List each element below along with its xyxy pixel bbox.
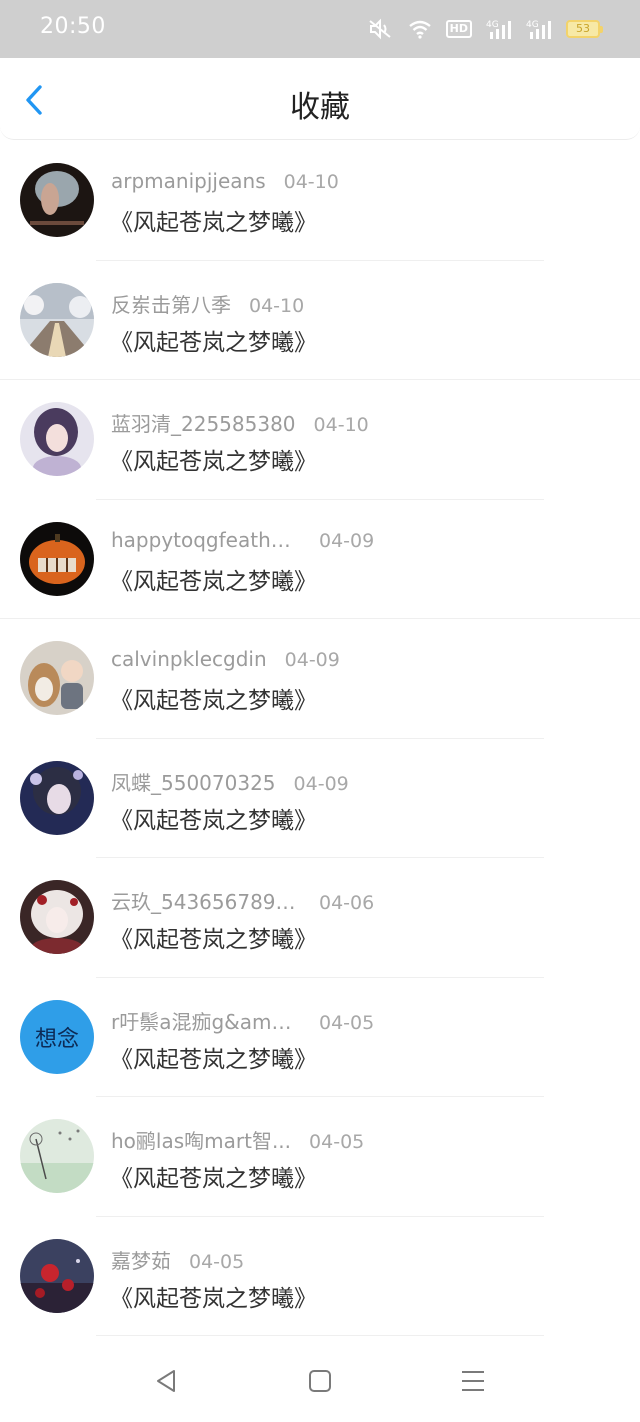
date: 04-05 bbox=[309, 1131, 365, 1153]
favorite-title: 《风起苍岚之梦曦》 bbox=[110, 807, 317, 834]
avatar bbox=[20, 521, 94, 596]
avatar: 想念 bbox=[20, 999, 94, 1074]
avatar bbox=[20, 760, 94, 835]
date: 04-06 bbox=[319, 892, 375, 914]
username: happytoqgfeathner bbox=[111, 527, 301, 552]
list-item[interactable]: calvinpklecgdin 04-09 《风起苍岚之梦曦》 bbox=[0, 619, 640, 739]
username: ho鹂las啕mart智... bbox=[111, 1129, 292, 1153]
date: 04-09 bbox=[319, 529, 375, 552]
list-item[interactable]: 蓝羽清_225585380 04-10 《风起苍岚之梦曦》 bbox=[0, 380, 640, 500]
username: 云玖_5436567898... bbox=[111, 890, 301, 914]
item-meta: 嘉梦茹 04-05 bbox=[111, 1245, 244, 1274]
avatar bbox=[20, 282, 94, 357]
list-item[interactable]: 反岽击第八季 04-10 《风起苍岚之梦曦》 bbox=[0, 261, 640, 380]
header: 收藏 bbox=[0, 58, 640, 140]
status-time: 20:50 bbox=[40, 14, 106, 39]
favorite-title: 《风起苍岚之梦曦》 bbox=[110, 688, 317, 714]
item-meta: 凤蝶_550070325 04-09 bbox=[111, 767, 349, 796]
status-icons: HD 4G 4G 53 bbox=[366, 14, 603, 44]
item-meta: arpmanipjjeans 04-10 bbox=[111, 169, 339, 193]
avatar bbox=[20, 1238, 94, 1313]
nav-home-button[interactable] bbox=[305, 1366, 335, 1396]
hd-icon: HD bbox=[445, 20, 472, 38]
list-item[interactable]: 嘉梦茹 04-05 《风起苍岚之梦曦》 bbox=[0, 1217, 640, 1336]
list-item[interactable]: 凤蝶_550070325 04-09 《风起苍岚之梦曦》 bbox=[0, 739, 640, 858]
avatar-text: 想念 bbox=[35, 1027, 79, 1052]
favorite-title: 《风起苍岚之梦曦》 bbox=[110, 449, 317, 475]
date: 04-10 bbox=[313, 414, 369, 436]
avatar bbox=[20, 880, 94, 954]
list-item[interactable]: arpmanipjjeans 04-10 《风起苍岚之梦曦》 bbox=[0, 141, 640, 261]
date: 04-10 bbox=[283, 171, 339, 193]
favorites-list: arpmanipjjeans 04-10 《风起苍岚之梦曦》 反岽击第八季 04… bbox=[0, 141, 640, 1336]
item-meta: 云玖_5436567898... 04-06 bbox=[111, 886, 374, 915]
favorite-title: 《风起苍岚之梦曦》 bbox=[110, 568, 317, 595]
username: 凤蝶_550070325 bbox=[111, 770, 276, 795]
favorite-title: 《风起苍岚之梦曦》 bbox=[110, 1166, 317, 1192]
username: calvinpklecgdin bbox=[111, 647, 267, 671]
signal-icon: 4G bbox=[526, 20, 551, 39]
avatar bbox=[20, 163, 94, 237]
date: 04-09 bbox=[284, 649, 340, 671]
home-square-icon bbox=[309, 1370, 331, 1392]
nav-back-button[interactable] bbox=[152, 1366, 182, 1396]
page-title: 收藏 bbox=[290, 90, 350, 125]
favorite-title: 《风起苍岚之梦曦》 bbox=[110, 1046, 317, 1073]
svg-text:4G: 4G bbox=[486, 20, 499, 30]
list-item[interactable]: 想念 r吁鬃a混痂g&amp;... 04-05 《风起苍岚之梦曦》 bbox=[0, 978, 640, 1097]
mute-icon bbox=[369, 18, 391, 40]
list-item[interactable]: 云玖_5436567898... 04-06 《风起苍岚之梦曦》 bbox=[0, 858, 640, 978]
wifi-icon bbox=[408, 20, 431, 39]
avatar bbox=[20, 1119, 94, 1193]
item-meta: 蓝羽清_225585380 04-10 bbox=[111, 408, 369, 437]
username: r吁鬃a混痂g&amp;... bbox=[111, 1009, 301, 1034]
list-item[interactable]: ho鹂las啕mart智... 04-05 《风起苍岚之梦曦》 bbox=[0, 1097, 640, 1217]
menu-lines-icon bbox=[462, 1371, 484, 1391]
date: 04-05 bbox=[189, 1250, 245, 1273]
system-nav-bar bbox=[0, 1340, 640, 1422]
date: 04-09 bbox=[293, 772, 349, 795]
item-meta: ho鹂las啕mart智... 04-05 bbox=[111, 1125, 364, 1154]
username: 蓝羽清_225585380 bbox=[111, 412, 296, 436]
signal-icon: 4G bbox=[486, 20, 511, 39]
item-meta: r吁鬃a混痂g&amp;... 04-05 bbox=[111, 1006, 374, 1035]
favorite-title: 《风起苍岚之梦曦》 bbox=[110, 210, 317, 236]
username: 嘉梦茹 bbox=[111, 1248, 171, 1273]
avatar bbox=[20, 641, 94, 715]
nav-menu-button[interactable] bbox=[458, 1366, 488, 1396]
list-item[interactable]: happytoqgfeathner 04-09 《风起苍岚之梦曦》 bbox=[0, 500, 640, 619]
item-meta: happytoqgfeathner 04-09 bbox=[111, 528, 374, 552]
svg-text:4G: 4G bbox=[526, 20, 539, 30]
battery-level: 53 bbox=[576, 22, 590, 35]
username: 反岽击第八季 bbox=[111, 292, 231, 317]
favorite-title: 《风起苍岚之梦曦》 bbox=[110, 329, 317, 356]
status-bar: 20:50 HD 4G 4G 53 bbox=[0, 0, 640, 58]
date: 04-05 bbox=[319, 1011, 375, 1034]
divider bbox=[96, 1335, 544, 1336]
item-meta: 反岽击第八季 04-10 bbox=[111, 289, 304, 318]
favorite-title: 《风起苍岚之梦曦》 bbox=[110, 1285, 317, 1312]
back-triangle-icon bbox=[157, 1370, 175, 1392]
username: arpmanipjjeans bbox=[111, 169, 266, 193]
favorite-title: 《风起苍岚之梦曦》 bbox=[110, 927, 317, 953]
date: 04-10 bbox=[249, 294, 305, 317]
item-meta: calvinpklecgdin 04-09 bbox=[111, 647, 340, 671]
battery-icon: 53 bbox=[566, 20, 603, 38]
avatar bbox=[20, 402, 94, 476]
